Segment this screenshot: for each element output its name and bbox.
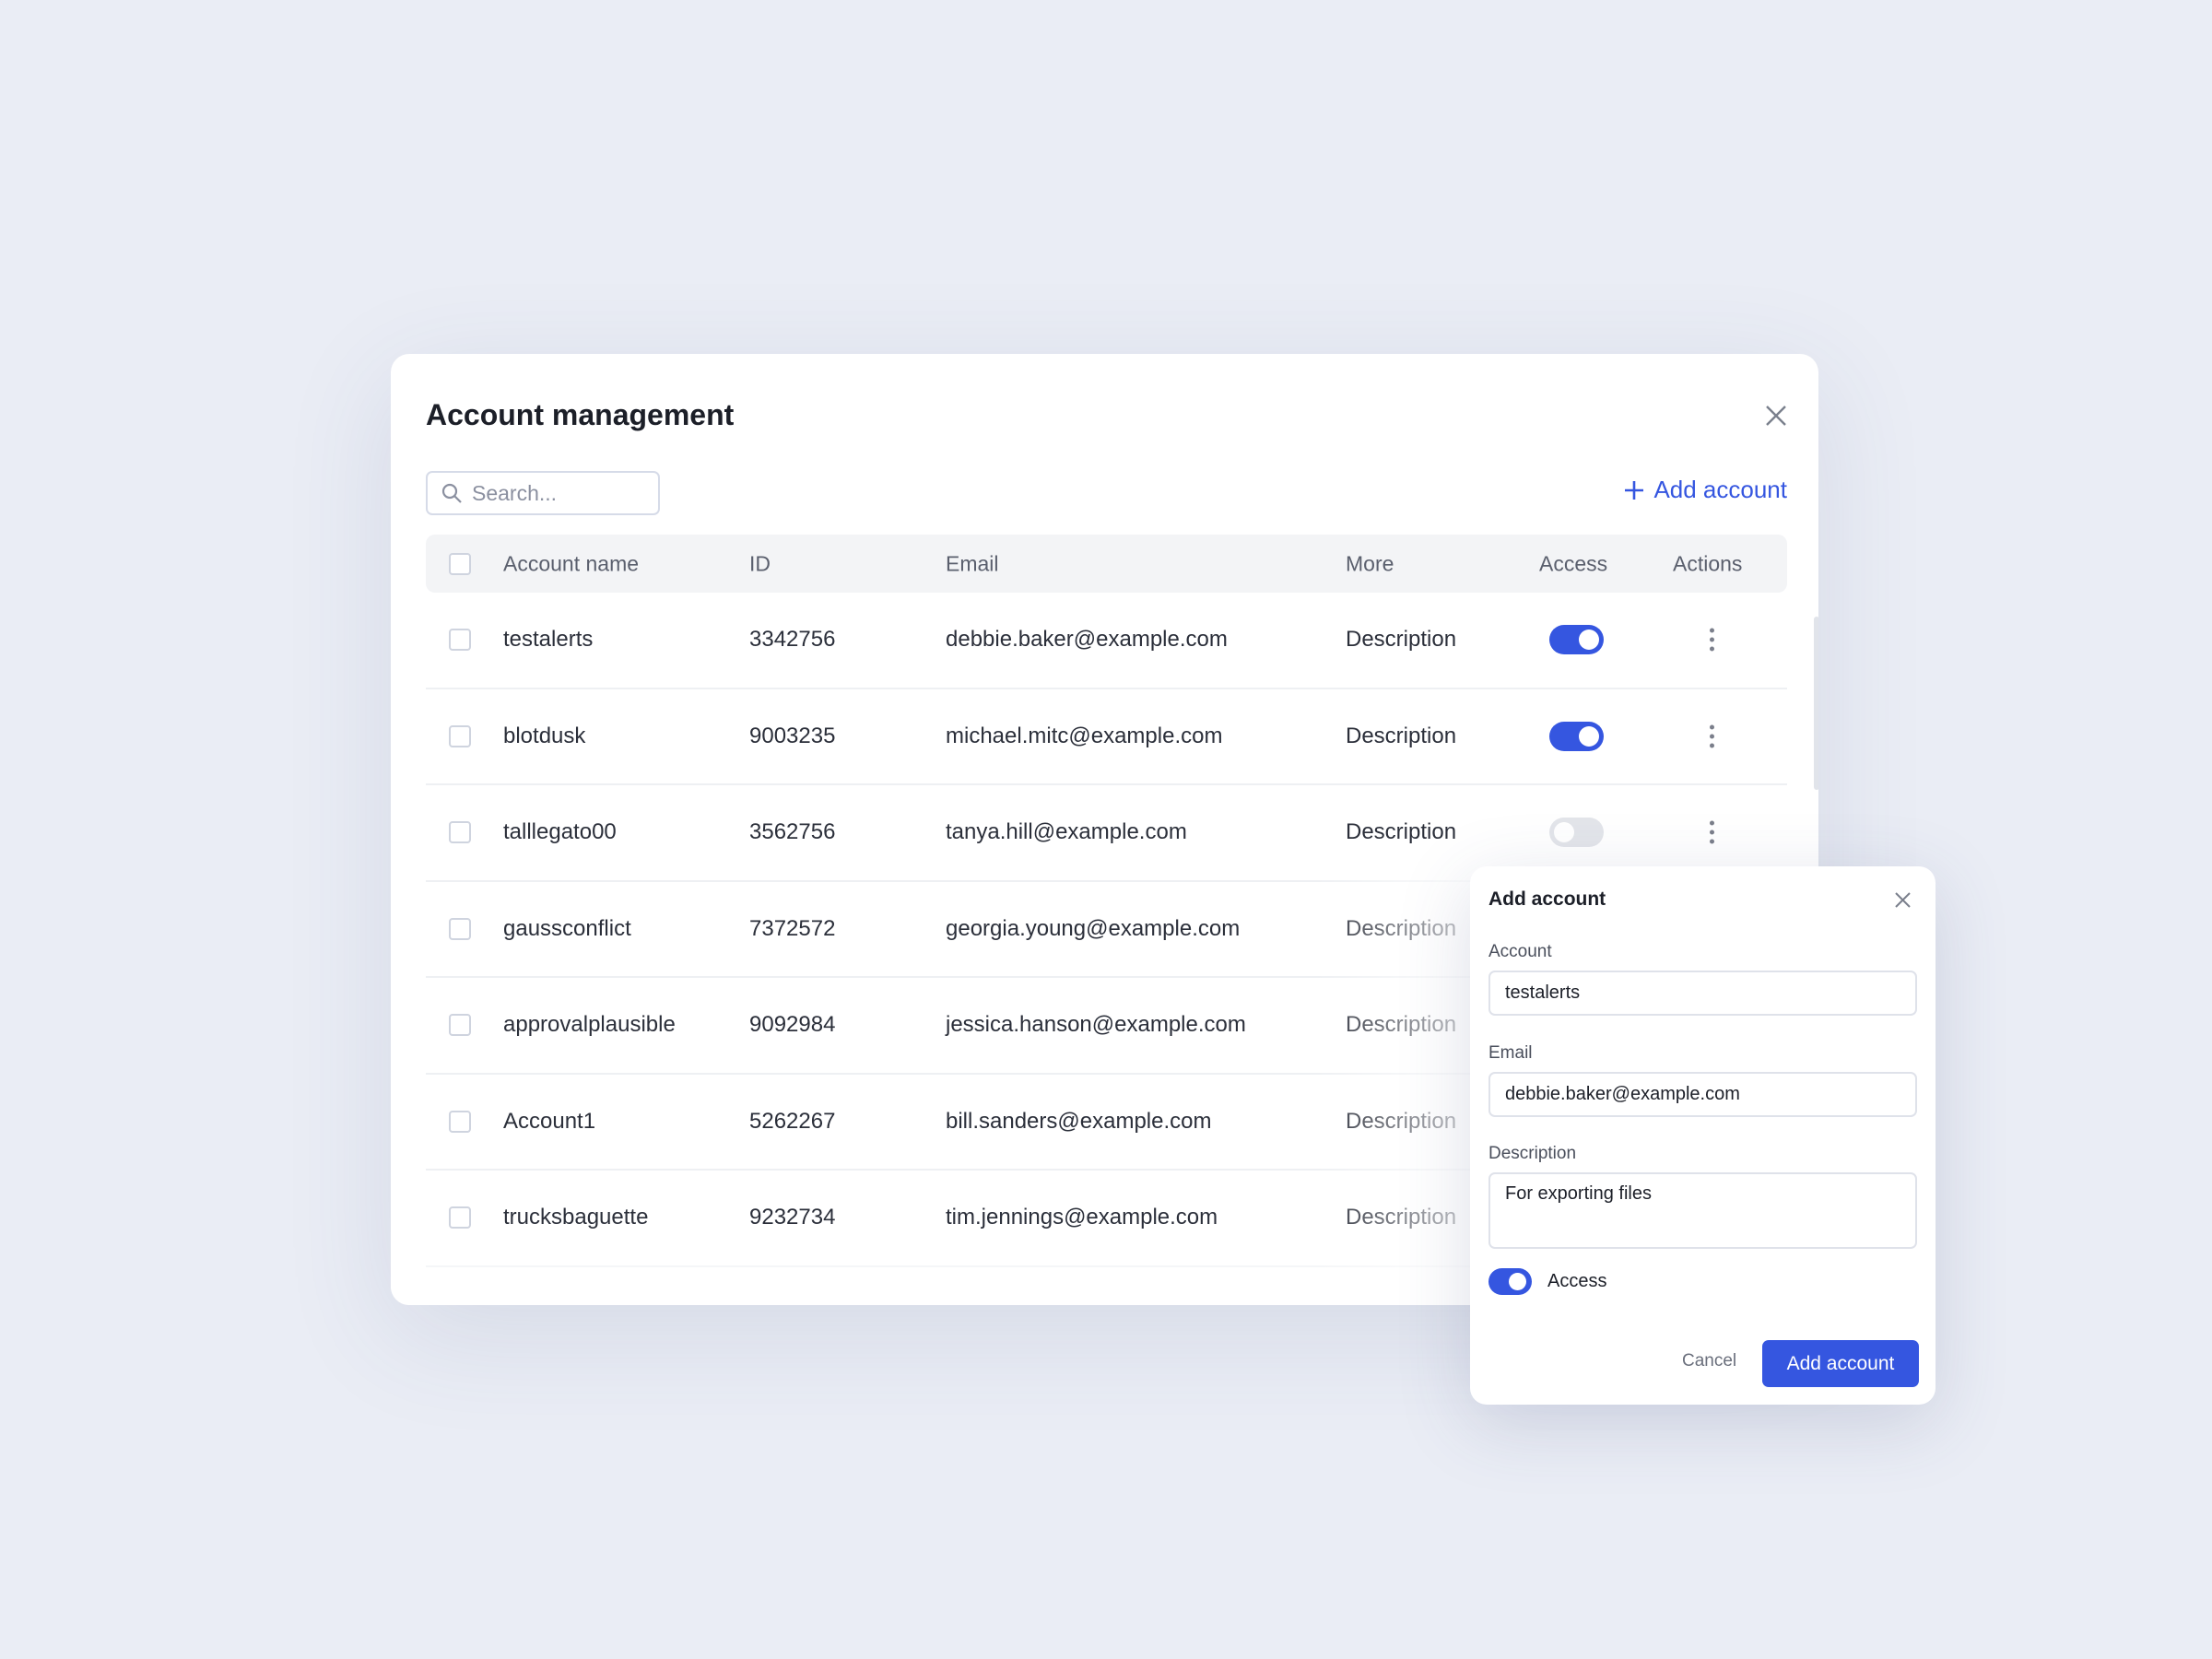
account-description: Description xyxy=(1346,1205,1457,1230)
access-toggle[interactable] xyxy=(1549,625,1604,655)
account-email: michael.mitc@example.com xyxy=(946,723,1223,748)
kebab-dot xyxy=(1710,628,1714,633)
kebab-dot xyxy=(1710,734,1714,739)
table-row: blotdusk 9003235 michael.mitc@example.co… xyxy=(426,689,1787,785)
dialog-title: Account management xyxy=(426,398,735,431)
popup-title: Add account xyxy=(1488,888,1606,910)
search-box[interactable] xyxy=(426,471,660,515)
account-description: Description xyxy=(1346,627,1457,653)
account-description: Description xyxy=(1346,819,1457,845)
account-name: blotdusk xyxy=(503,723,586,748)
row-checkbox[interactable] xyxy=(449,1014,471,1037)
kebab-dot xyxy=(1710,637,1714,642)
kebab-dot xyxy=(1710,820,1714,826)
email-label: Email xyxy=(1488,1043,1533,1063)
add-account-link-label: Add account xyxy=(1653,476,1787,503)
account-label: Account xyxy=(1488,942,1552,961)
plus-icon xyxy=(1625,480,1644,500)
kebab-dot xyxy=(1710,724,1714,730)
header-id[interactable]: ID xyxy=(749,551,771,576)
account-id: 9092984 xyxy=(749,1012,836,1038)
account-email: nevaeh.simmons@example.com xyxy=(946,1301,1267,1305)
row-checkbox[interactable] xyxy=(449,821,471,844)
account-email: tanya.hill@example.com xyxy=(946,819,1187,845)
account-email: bill.sanders@example.com xyxy=(946,1108,1212,1134)
account-email: tim.jennings@example.com xyxy=(946,1205,1218,1230)
close-icon xyxy=(1895,892,1911,908)
account-email: jessica.hanson@example.com xyxy=(946,1012,1246,1038)
toggle-knob xyxy=(1579,725,1599,747)
account-name: approvalplausible xyxy=(503,1012,676,1038)
table-header: Account name ID Email More Access Action… xyxy=(426,535,1787,593)
add-account-submit-button[interactable]: Add account xyxy=(1762,1340,1919,1387)
header-more: More xyxy=(1346,551,1394,575)
cancel-button[interactable]: Cancel xyxy=(1682,1351,1736,1371)
account-email: debbie.baker@example.com xyxy=(946,627,1228,653)
account-description: Description xyxy=(1346,1108,1457,1134)
description-textarea[interactable]: For exporting files xyxy=(1488,1172,1917,1249)
toggle-knob xyxy=(1554,822,1574,843)
account-id: 3342756 xyxy=(749,627,836,653)
account-id: 9656426 xyxy=(749,1301,835,1305)
account-id: 9003235 xyxy=(749,723,836,748)
header-email[interactable]: Email xyxy=(946,551,999,576)
row-checkbox[interactable] xyxy=(449,724,471,747)
row-actions-button[interactable] xyxy=(1706,721,1718,751)
row-actions-button[interactable] xyxy=(1706,625,1718,655)
kebab-dot xyxy=(1710,646,1714,652)
row-checkbox[interactable] xyxy=(449,1206,471,1230)
header-actions: Actions xyxy=(1673,551,1743,575)
description-label: Description xyxy=(1488,1144,1577,1163)
access-toggle[interactable] xyxy=(1549,818,1604,848)
row-actions-button[interactable] xyxy=(1706,818,1718,848)
toggle-knob xyxy=(1579,629,1599,651)
access-toggle[interactable] xyxy=(1488,1268,1532,1295)
row-checkbox[interactable] xyxy=(449,917,471,940)
account-name: trucksbaguette xyxy=(503,1205,649,1230)
add-account-link[interactable]: Add account xyxy=(1624,476,1787,504)
account-id: 9232734 xyxy=(749,1205,836,1230)
header-account-name[interactable]: Account name xyxy=(503,551,639,576)
scrollbar[interactable] xyxy=(1814,617,1818,790)
account-description: Description xyxy=(1346,1301,1456,1305)
close-icon xyxy=(1766,406,1786,426)
email-input[interactable] xyxy=(1488,1072,1917,1117)
select-all-checkbox[interactable] xyxy=(449,552,471,575)
account-name: Account1 xyxy=(503,1108,596,1134)
close-dialog-button[interactable] xyxy=(1764,404,1788,432)
account-description: Description xyxy=(1346,723,1457,748)
row-checkbox[interactable] xyxy=(449,1302,471,1305)
account-name: gaussconflict xyxy=(503,915,631,941)
access-toggle[interactable] xyxy=(1549,721,1604,751)
table-row: testalerts 3342756 debbie.baker@example.… xyxy=(426,593,1787,689)
search-input[interactable] xyxy=(472,480,647,506)
account-id: 3562756 xyxy=(749,819,836,845)
row-checkbox[interactable] xyxy=(449,629,471,652)
account-name: testalerts xyxy=(503,627,594,653)
search-icon xyxy=(441,483,462,503)
kebab-dot xyxy=(1710,830,1714,835)
account-name: talllegato00 xyxy=(503,819,617,845)
close-popup-button[interactable] xyxy=(1894,891,1912,913)
account-name: reclusivevitamins xyxy=(503,1301,672,1305)
account-id: 7372572 xyxy=(749,915,836,941)
account-input[interactable] xyxy=(1488,971,1917,1016)
kebab-dot xyxy=(1710,743,1714,748)
account-id: 5262267 xyxy=(749,1108,836,1134)
access-label: Access xyxy=(1547,1271,1607,1291)
account-description: Description xyxy=(1346,915,1457,941)
row-checkbox[interactable] xyxy=(449,1110,471,1133)
header-access: Access xyxy=(1539,551,1608,575)
add-account-popup: Add account Account Email Description Fo… xyxy=(1470,866,1936,1405)
kebab-dot xyxy=(1710,839,1714,844)
toggle-knob xyxy=(1509,1273,1526,1290)
account-description: Description xyxy=(1346,1012,1457,1038)
account-email: georgia.young@example.com xyxy=(946,915,1241,941)
